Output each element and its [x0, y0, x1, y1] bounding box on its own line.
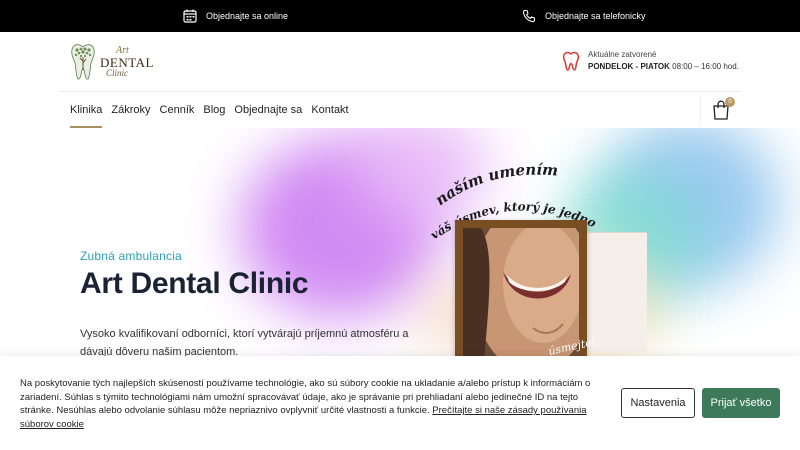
nav-item-objednajte-sa[interactable]: Objednajte sa: [234, 92, 302, 128]
online-booking-label: Objednajte sa online: [206, 11, 289, 21]
hero-subtitle: Zubná ambulancia: [80, 249, 182, 263]
slogan-line-1: naším umením je: [430, 148, 559, 209]
main-nav: Klinika Zákroky Cenník Blog Objednajte s…: [0, 92, 800, 128]
hero-title: Art Dental Clinic: [80, 267, 309, 300]
svg-text:naším umením je: naším umením je: [430, 148, 559, 209]
opening-hours-text: Aktuálne zatvorené PONDELOK - PIATOK 08:…: [588, 49, 739, 73]
logo[interactable]: Art DENTAL Clinic: [70, 42, 160, 82]
opening-hours: Aktuálne zatvorené PONDELOK - PIATOK 08:…: [562, 49, 739, 73]
online-booking-link[interactable]: Objednajte sa online: [183, 0, 288, 32]
phone-booking-label: Objednajte sa telefonicky: [545, 11, 646, 21]
wall-panel: [587, 232, 647, 352]
nav-list: Klinika Zákroky Cenník Blog Objednajte s…: [70, 92, 358, 128]
opening-days: PONDELOK - PIATOK: [588, 62, 670, 71]
opening-status: Aktuálne zatvorené: [588, 50, 657, 59]
tree-tooth-logo-icon: [71, 44, 95, 80]
cookie-settings-button[interactable]: Nastavenia: [621, 388, 695, 418]
phone-booking-link[interactable]: Objednajte sa telefonicky: [522, 0, 646, 32]
nav-item-zakroky[interactable]: Zákroky: [111, 92, 150, 128]
nav-item-cennik[interactable]: Cenník: [160, 92, 195, 128]
cart-button[interactable]: 0: [700, 95, 740, 125]
smile-illustration: [463, 228, 579, 356]
hero-section: Zubná ambulancia Art Dental Clinic Vysok…: [0, 128, 800, 356]
phone-icon: [522, 9, 536, 23]
tooth-icon: [562, 51, 580, 71]
cookie-accept-all-button[interactable]: Prijať všetko: [702, 388, 780, 418]
nav-item-kontakt[interactable]: Kontakt: [311, 92, 348, 128]
hero-description: Vysoko kvalifikovaní odborníci, ktorí vy…: [80, 328, 409, 356]
nav-item-blog[interactable]: Blog: [203, 92, 225, 128]
site-header: Art DENTAL Clinic Aktuálne zatvorené PON…: [0, 32, 800, 92]
calendar-icon: [183, 9, 197, 23]
smile-photo: [463, 228, 579, 356]
logo-line-clinic: Clinic: [106, 68, 128, 78]
cart-count-badge: 0: [725, 97, 735, 107]
cookie-text-block: Na poskytovanie tých najlepších skúsenos…: [20, 377, 600, 431]
cookie-banner: Na poskytovanie tých najlepších skúsenos…: [0, 356, 800, 450]
nav-item-klinika[interactable]: Klinika: [70, 92, 103, 128]
top-bar: Objednajte sa online Objednajte sa telef…: [0, 0, 800, 32]
smile-picture-frame: [455, 220, 587, 356]
logo-text: Art DENTAL Clinic: [100, 46, 154, 78]
opening-time: 08:00 – 16:00 hod.: [672, 62, 739, 71]
